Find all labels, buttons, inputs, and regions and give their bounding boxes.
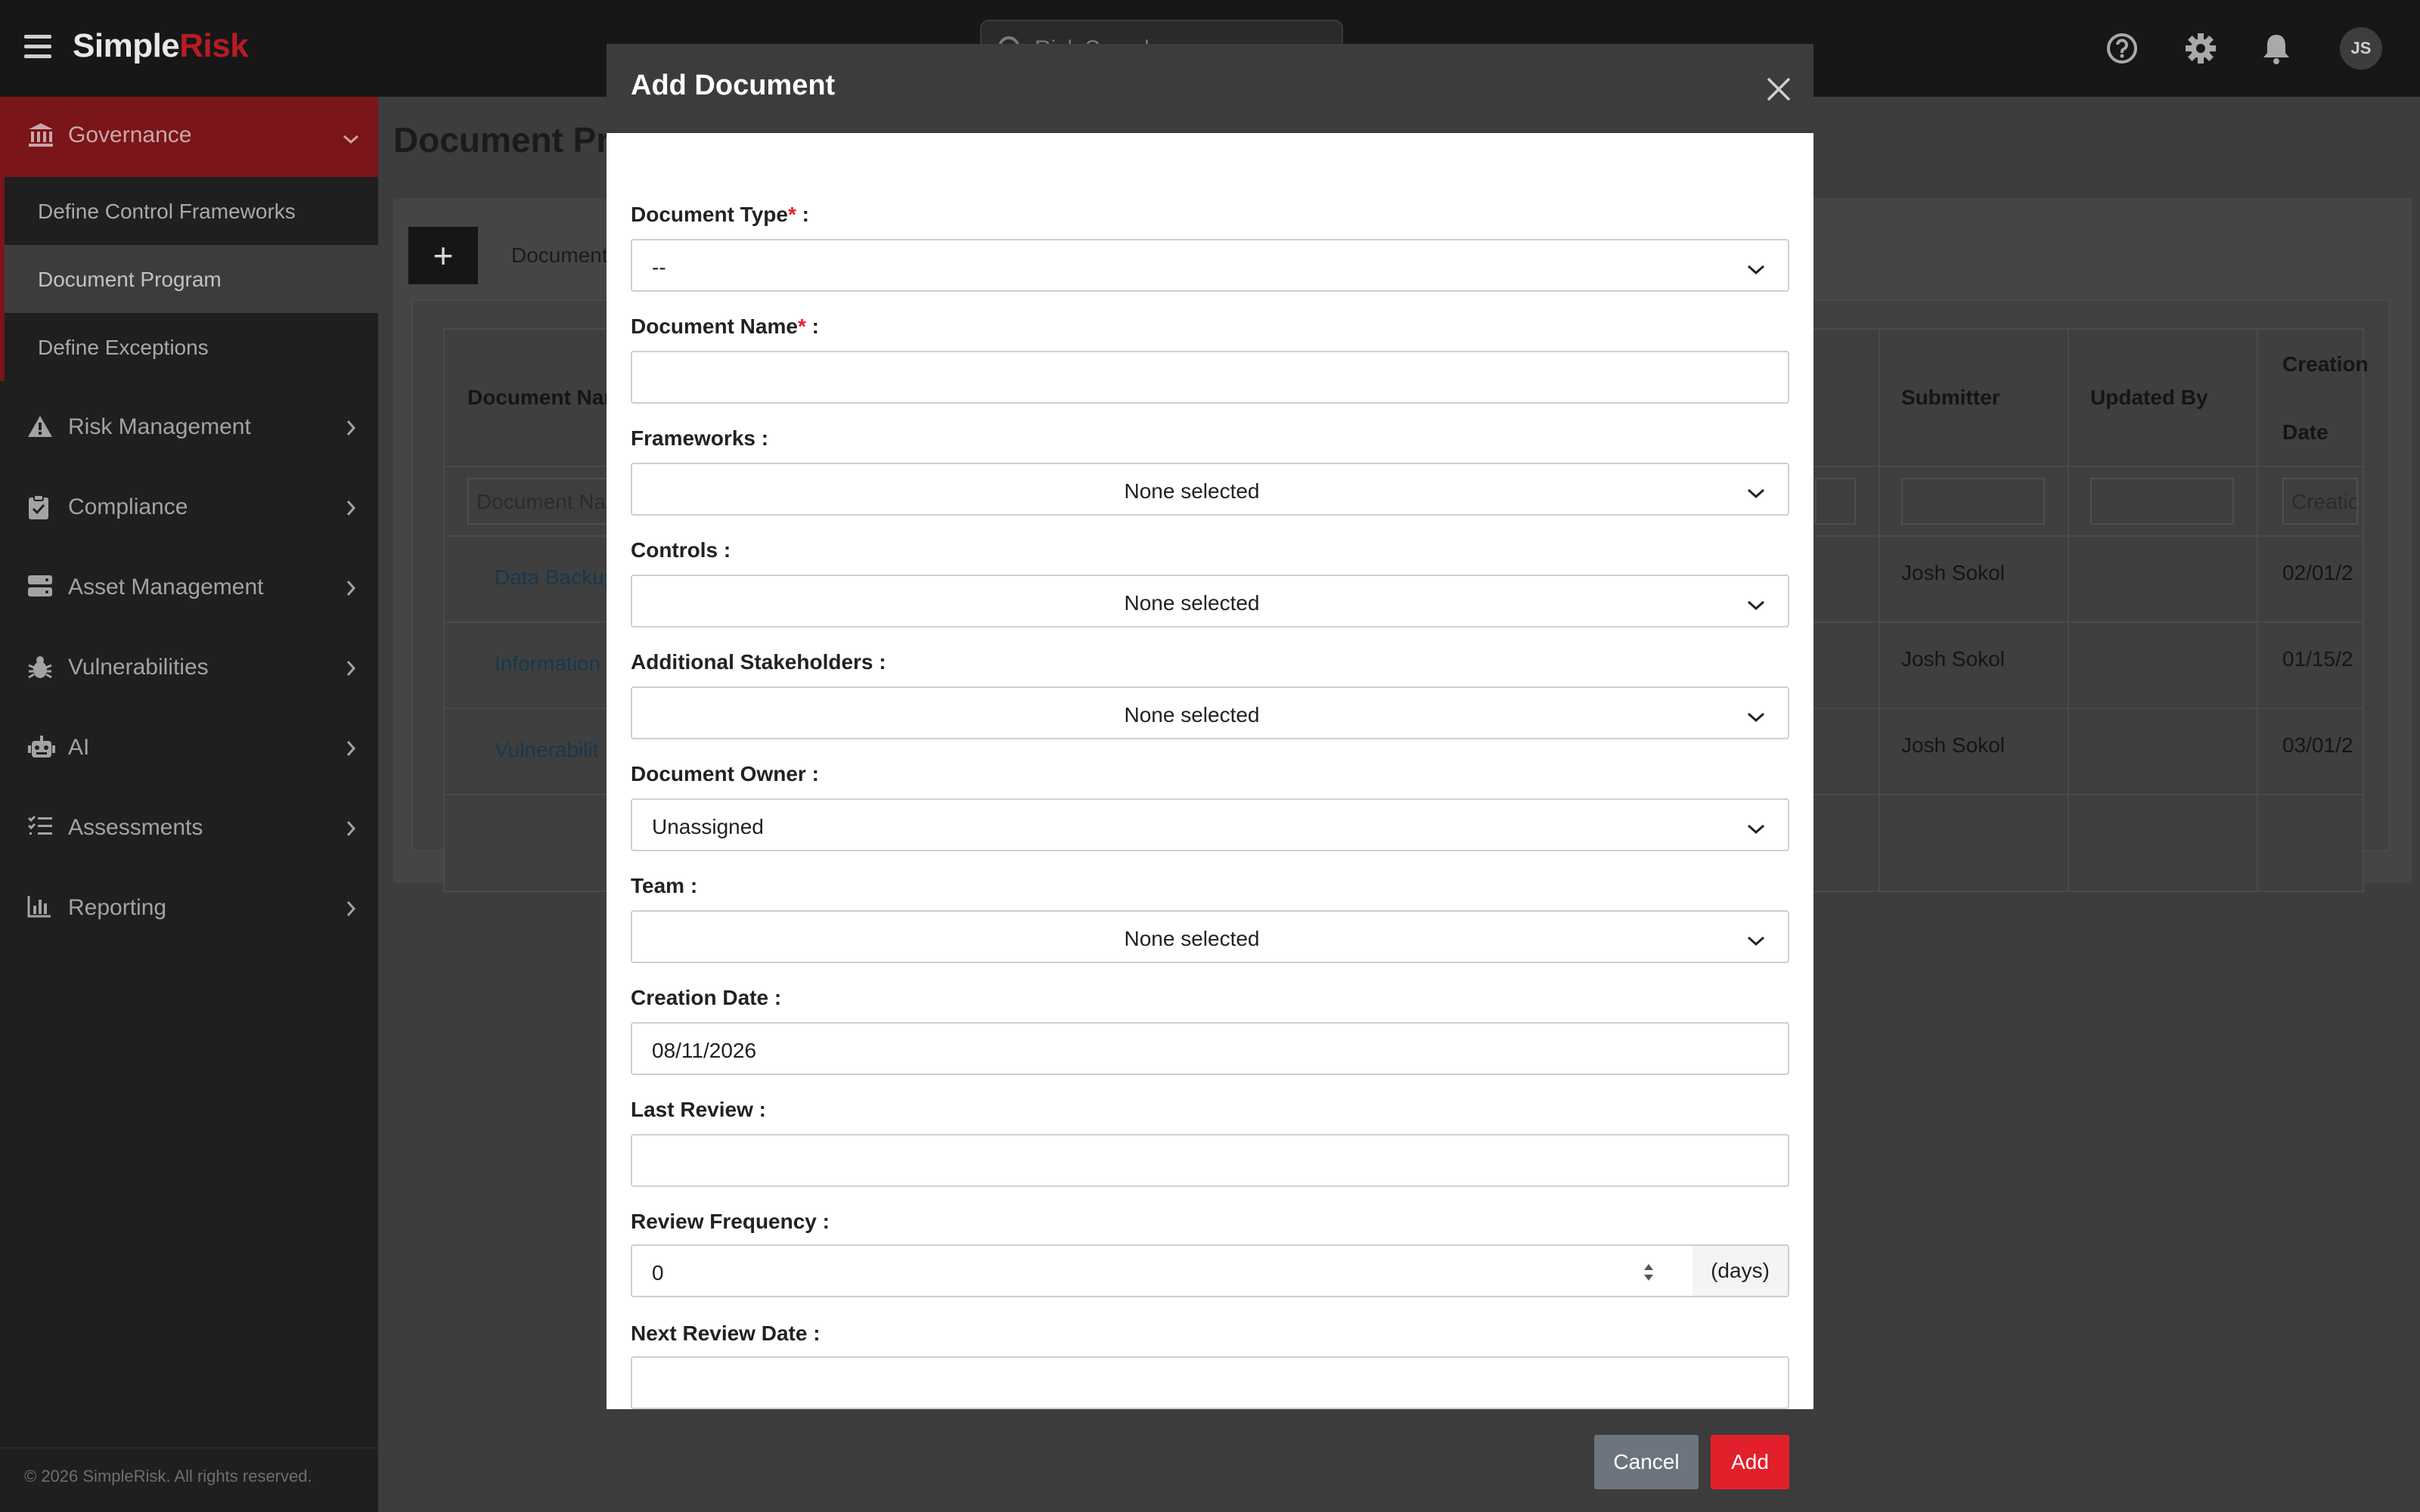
team-multiselect[interactable]: None selected bbox=[631, 910, 1789, 963]
sidebar-item-define-exceptions[interactable]: Define Exceptions bbox=[0, 313, 378, 381]
bug-icon bbox=[27, 655, 53, 686]
sidebar-item-reporting[interactable]: Reporting bbox=[0, 871, 378, 947]
chevron-right-icon bbox=[345, 898, 357, 924]
bank-icon bbox=[27, 121, 54, 154]
last-review-input[interactable] bbox=[631, 1134, 1789, 1187]
sidebar-item-risk-management[interactable]: Risk Management bbox=[0, 390, 378, 466]
server-icon bbox=[27, 575, 53, 603]
tab-documents[interactable]: Document bbox=[511, 243, 608, 268]
submitter-cell: Josh Sokol bbox=[1901, 733, 2005, 757]
column-header-date: Date bbox=[2282, 420, 2328, 444]
last-review-label: Last Review : bbox=[631, 1098, 766, 1121]
frameworks-label: Frameworks : bbox=[631, 426, 769, 450]
column-header-creation[interactable]: Creation bbox=[2282, 352, 2369, 376]
clipboard-check-icon bbox=[27, 494, 50, 526]
review-frequency-label: Review Frequency : bbox=[631, 1210, 830, 1233]
column-header-document-name[interactable]: Document Nar bbox=[467, 386, 612, 410]
additional-stakeholders-multiselect[interactable]: None selected bbox=[631, 686, 1789, 739]
warning-icon bbox=[27, 414, 53, 445]
chevron-down-icon bbox=[1745, 706, 1767, 730]
team-label: Team : bbox=[631, 874, 698, 897]
menu-icon[interactable] bbox=[24, 35, 51, 60]
document-link[interactable]: Data Backup bbox=[495, 565, 616, 590]
chevron-right-icon bbox=[345, 658, 357, 683]
document-owner-select[interactable]: Unassigned bbox=[631, 798, 1789, 851]
date-cell: 03/01/2 bbox=[2282, 733, 2353, 757]
chevron-right-icon bbox=[345, 738, 357, 764]
filter-creation-date[interactable]: Creatio bbox=[2282, 478, 2358, 525]
date-cell: 01/15/2 bbox=[2282, 647, 2353, 671]
chevron-down-icon bbox=[342, 127, 360, 153]
number-spinner-icon[interactable] bbox=[1641, 1259, 1656, 1285]
document-type-label: Document Type* : bbox=[631, 203, 809, 226]
sidebar-item-asset-management[interactable]: Asset Management bbox=[0, 550, 378, 626]
document-owner-label: Document Owner : bbox=[631, 762, 819, 785]
page-title: Document Pro bbox=[393, 120, 631, 160]
robot-icon bbox=[27, 735, 56, 767]
filter-submitter[interactable] bbox=[1901, 478, 2045, 525]
filter-updated-by[interactable] bbox=[2090, 478, 2234, 525]
review-frequency-input[interactable]: 0 bbox=[631, 1244, 1694, 1297]
modal-title: Add Document bbox=[631, 70, 836, 101]
column-header-submitter[interactable]: Submitter bbox=[1901, 386, 2000, 410]
chevron-right-icon bbox=[345, 497, 357, 523]
checklist-icon bbox=[27, 815, 53, 844]
avatar[interactable]: JS bbox=[2340, 27, 2382, 70]
filter-document-name[interactable]: Document Na bbox=[467, 478, 619, 525]
close-icon[interactable] bbox=[1764, 74, 1794, 104]
document-link[interactable]: Vulnerabilit bbox=[495, 738, 598, 762]
gear-icon[interactable] bbox=[2176, 24, 2225, 73]
column-header-updated-by[interactable]: Updated By bbox=[2090, 386, 2208, 410]
document-name-label: Document Name* : bbox=[631, 314, 819, 338]
modal-footer: Cancel Add bbox=[607, 1409, 1813, 1509]
controls-multiselect[interactable]: None selected bbox=[631, 575, 1789, 627]
help-icon[interactable] bbox=[2098, 24, 2146, 73]
document-name-input[interactable] bbox=[631, 351, 1789, 404]
app-logo[interactable]: SimpleRisk bbox=[73, 27, 249, 65]
next-review-date-input[interactable] bbox=[631, 1356, 1789, 1409]
creation-date-input[interactable]: 08/11/2026 bbox=[631, 1022, 1789, 1075]
document-type-select[interactable]: -- bbox=[631, 239, 1789, 292]
modal-body: Document Type* : -- Document Name* : Fra… bbox=[607, 133, 1813, 1409]
document-link[interactable]: Information bbox=[495, 652, 600, 676]
add-document-button[interactable]: + bbox=[408, 227, 478, 284]
frameworks-multiselect[interactable]: None selected bbox=[631, 463, 1789, 516]
add-document-modal: Add Document Document Type* : -- Documen… bbox=[607, 44, 1813, 1509]
sidebar-item-vulnerabilities[interactable]: Vulnerabilities bbox=[0, 631, 378, 706]
creation-date-label: Creation Date : bbox=[631, 986, 782, 1009]
sidebar-item-define-control-frameworks[interactable]: Define Control Frameworks bbox=[0, 177, 378, 245]
chevron-down-icon bbox=[1745, 930, 1767, 954]
bell-icon[interactable] bbox=[2252, 24, 2301, 73]
chevron-right-icon bbox=[345, 818, 357, 844]
controls-label: Controls : bbox=[631, 538, 731, 562]
bar-chart-icon bbox=[27, 895, 51, 924]
cancel-button[interactable]: Cancel bbox=[1594, 1435, 1699, 1489]
sidebar-item-compliance[interactable]: Compliance bbox=[0, 470, 378, 546]
add-button[interactable]: Add bbox=[1711, 1435, 1789, 1489]
chevron-down-icon bbox=[1745, 259, 1767, 283]
chevron-right-icon bbox=[345, 417, 357, 443]
submitter-cell: Josh Sokol bbox=[1901, 647, 2005, 671]
chevron-down-icon bbox=[1745, 482, 1767, 507]
copyright: © 2026 SimpleRisk. All rights reserved. bbox=[0, 1447, 378, 1512]
additional-stakeholders-label: Additional Stakeholders : bbox=[631, 650, 886, 674]
sidebar-item-document-program[interactable]: Document Program bbox=[0, 245, 378, 313]
sidebar-item-governance[interactable]: Governance bbox=[0, 97, 378, 177]
sidebar-item-ai[interactable]: AI bbox=[0, 711, 378, 786]
chevron-right-icon bbox=[345, 578, 357, 603]
submitter-cell: Josh Sokol bbox=[1901, 561, 2005, 584]
chevron-down-icon bbox=[1745, 594, 1767, 618]
modal-header: Add Document bbox=[607, 44, 1813, 133]
next-review-date-label: Next Review Date : bbox=[631, 1321, 821, 1345]
chevron-down-icon bbox=[1745, 818, 1767, 842]
sidebar-item-assessments[interactable]: Assessments bbox=[0, 791, 378, 866]
filter-input[interactable] bbox=[1815, 478, 1856, 525]
sidebar: Governance Define Control Frameworks Doc… bbox=[0, 97, 378, 1512]
days-addon: (days) bbox=[1692, 1244, 1789, 1297]
date-cell: 02/01/2 bbox=[2282, 561, 2353, 584]
